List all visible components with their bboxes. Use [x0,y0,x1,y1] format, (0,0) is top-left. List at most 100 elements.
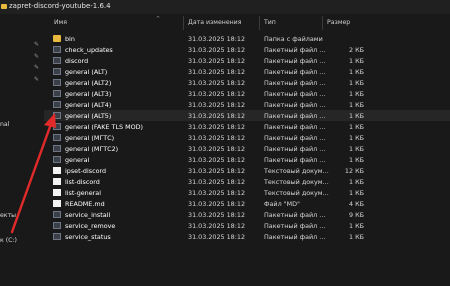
file-type: Текстовый докум... [264,189,329,197]
file-type: Пакетный файл ... [264,123,326,131]
batch-file-icon [53,79,61,86]
file-size: 1 КБ [348,90,364,98]
file-size: 1 КБ [348,68,364,76]
file-name: check_updates [65,46,113,54]
file-size: 2 КБ [348,46,364,54]
file-date: 31.03.2025 18:12 [188,79,246,87]
file-name: general (МГТС2) [65,145,119,153]
text-file-icon [53,189,61,196]
file-row[interactable]: list-general 31.03.2025 18:12 Текстовый до… [44,187,450,198]
file-name: README.md [65,200,105,208]
file-row[interactable]: service_install 31.03.2025 18:12 Пакетный … [44,209,450,220]
batch-file-icon [53,145,61,152]
file-type: Пакетный файл ... [264,79,326,87]
file-date: 31.03.2025 18:12 [188,233,246,241]
file-row[interactable]: general (ALT5) 31.03.2025 18:12 Пакетный ф… [44,110,450,121]
batch-file-icon [53,222,61,229]
file-row[interactable]: general (FAKE TLS MOD) 31.03.2025 18:12 Па… [44,121,450,132]
nav-item-drive-c[interactable]: к (C:) [0,237,17,244]
file-date: 31.03.2025 18:12 [188,68,246,76]
file-size: 1 КБ [348,233,364,241]
file-date: 31.03.2025 18:12 [188,134,246,142]
pin-icon: ✎ [34,64,40,71]
batch-file-icon [53,101,61,108]
file-name: general (FAKE TLS MOD) [65,123,144,131]
file-name: general [65,156,90,164]
column-header-date[interactable]: Дата изменения [188,19,241,26]
window-title: zapret-discord-youtube-1.6.4 [9,2,111,10]
file-date: 31.03.2025 18:12 [188,90,246,98]
navigation-pane: ✎ ✎ ✎ ✎ nal екты к (C:) [0,14,44,286]
file-name: service_status [65,233,111,241]
file-name: general (МГТС) [65,134,115,142]
file-type: Пакетный файл ... [264,57,326,65]
file-row[interactable]: general (МГТС2) 31.03.2025 18:12 Пакетный … [44,143,450,154]
file-date: 31.03.2025 18:12 [188,189,246,197]
file-type: Пакетный файл ... [264,134,326,142]
file-row[interactable]: service_status 31.03.2025 18:12 Пакетный ф… [44,231,450,242]
file-name: general (ALT5) [65,112,112,120]
batch-file-icon [53,57,61,64]
file-size: 1 КБ [348,145,364,153]
file-size: 1 КБ [348,178,364,186]
file-date: 31.03.2025 18:12 [188,211,246,219]
file-size: 9 КБ [348,211,364,219]
file-row[interactable]: check_updates 31.03.2025 18:12 Пакетный фа… [44,44,450,55]
folder-icon [1,4,7,9]
file-name: general (ALT4) [65,101,112,109]
file-date: 31.03.2025 18:12 [188,145,246,153]
file-size: 12 КБ [344,167,364,175]
file-row[interactable]: README.md 31.03.2025 18:12 Файл "MD" 4 КБ [44,198,450,209]
file-type: Пакетный файл ... [264,101,326,109]
batch-file-icon [53,211,61,218]
column-header-name[interactable]: Имя [54,19,67,26]
file-date: 31.03.2025 18:12 [188,123,246,131]
file-row[interactable]: general (ALT3) 31.03.2025 18:12 Пакетный ф… [44,88,450,99]
file-size: 1 КБ [348,189,364,197]
column-header-type[interactable]: Тип [264,19,276,26]
file-type: Пакетный файл ... [264,46,326,54]
batch-file-icon [53,233,61,240]
file-row[interactable]: general (ALT2) 31.03.2025 18:12 Пакетный ф… [44,77,450,88]
file-date: 31.03.2025 18:12 [188,46,246,54]
file-row[interactable]: service_remove 31.03.2025 18:12 Пакетный ф… [44,220,450,231]
file-date: 31.03.2025 18:12 [188,112,246,120]
file-row[interactable]: bin 31.03.2025 18:12 Папка с файлами [44,33,450,44]
batch-file-icon [53,123,61,130]
file-type: Пакетный файл ... [264,156,326,164]
file-row[interactable]: list-discord 31.03.2025 18:12 Текстовый до… [44,176,450,187]
file-row[interactable]: general (ALT) 31.03.2025 18:12 Пакетный фа… [44,66,450,77]
file-date: 31.03.2025 18:12 [188,101,246,109]
file-date: 31.03.2025 18:12 [188,57,246,65]
column-divider[interactable] [259,16,260,30]
file-date: 31.03.2025 18:12 [188,222,246,230]
file-date: 31.03.2025 18:12 [188,167,246,175]
file-date: 31.03.2025 18:12 [188,200,246,208]
file-size: 1 КБ [348,222,364,230]
file-type: Текстовый докум... [264,178,329,186]
file-date: 31.03.2025 18:12 [188,178,246,186]
column-divider[interactable] [183,16,184,30]
file-type: Пакетный файл ... [264,211,326,219]
file-size: 1 КБ [348,101,364,109]
column-divider[interactable] [322,16,323,30]
file-type: Пакетный файл ... [264,222,326,230]
nav-item[interactable]: nal [0,121,9,128]
column-header-size[interactable]: Размер [327,19,350,26]
file-row[interactable]: ipset-discord 31.03.2025 18:12 Текстовый д… [44,165,450,176]
file-type: Пакетный файл ... [264,145,326,153]
batch-file-icon [53,134,61,141]
file-date: 31.03.2025 18:12 [188,35,246,43]
file-name: bin [65,35,75,43]
file-row[interactable]: general 31.03.2025 18:12 Пакетный файл ...… [44,154,450,165]
file-type: Пакетный файл ... [264,68,326,76]
file-row[interactable]: general (МГТС) 31.03.2025 18:12 Пакетный ф… [44,132,450,143]
file-type: Текстовый докум... [264,167,329,175]
file-row[interactable]: general (ALT4) 31.03.2025 18:12 Пакетный ф… [44,99,450,110]
column-header-bar: ^ Имя Дата изменения Тип Размер [44,16,450,30]
batch-file-icon [53,46,61,53]
file-name: list-general [65,189,101,197]
file-row[interactable]: discord 31.03.2025 18:12 Пакетный файл ...… [44,55,450,66]
nav-item[interactable]: екты [0,212,16,219]
file-size: 1 КБ [348,156,364,164]
